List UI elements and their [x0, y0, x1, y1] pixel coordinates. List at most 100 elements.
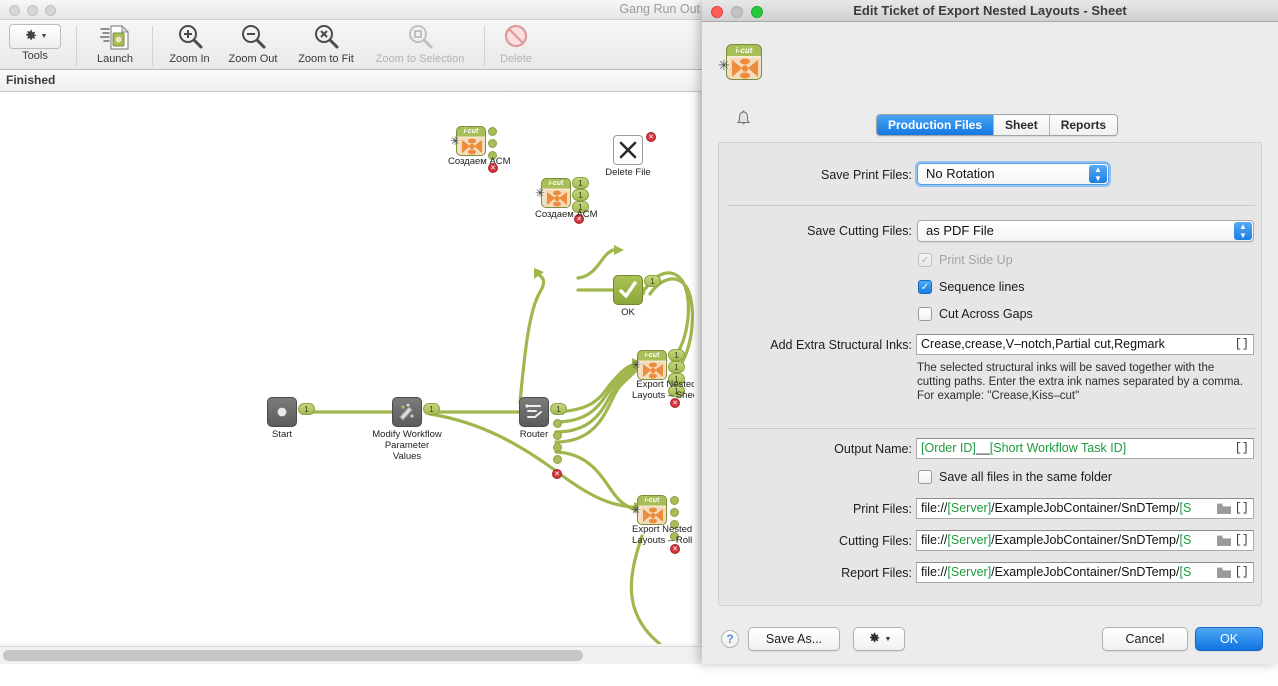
status-bar: Finished [0, 70, 710, 92]
node-ok[interactable]: 1 OK [613, 275, 661, 318]
node-output-count[interactable]: 1 [644, 275, 661, 287]
icut-artwork [460, 138, 484, 155]
horizontal-scrollbar-thumb[interactable] [3, 650, 583, 661]
node-label-line-2: Parameter [384, 440, 430, 451]
node-output-port[interactable] [553, 443, 562, 452]
node-output-port[interactable] [553, 455, 562, 464]
output-name-label: Output Name: [834, 442, 912, 456]
toolbar-label-delete: Delete [500, 53, 532, 65]
toolbar-separator-2 [152, 26, 153, 66]
tab-reports[interactable]: Reports [1049, 115, 1118, 135]
save-print-files-label: Save Print Files: [820, 168, 912, 182]
node-label-line-2: Layouts – Sheet [632, 390, 701, 401]
node-output-count[interactable]: 1 [572, 177, 589, 189]
production-files-panel: Save Print Files: No Rotation ▲ ▼ Save Cu… [718, 142, 1262, 606]
zoom-to-fit-icon [290, 22, 362, 52]
folder-icon[interactable] [1217, 503, 1231, 514]
node-label-line-1: Export Nested [636, 379, 697, 390]
node-router[interactable]: 1 ✕ Router [519, 397, 567, 479]
save-cutting-files-label: Save Cutting Files: [807, 224, 912, 238]
canvas-right-edge-shadow [694, 92, 702, 644]
dialog-tabs: Production Files Sheet Reports [876, 114, 1119, 136]
toolbar-button-zoom-in[interactable]: Zoom In [162, 22, 217, 65]
window-close-button[interactable] [9, 5, 20, 16]
node-output-port[interactable] [553, 419, 562, 428]
node-output-count[interactable]: 1 [572, 189, 589, 201]
node-output-count[interactable]: 1 [423, 403, 440, 415]
output-name-input[interactable]: [Order ID]__[Short Workflow Task ID] [] [916, 438, 1254, 459]
cutting-files-variable-picker[interactable]: [] [1235, 531, 1249, 550]
print-side-up-checkbox[interactable]: ✓ [918, 253, 932, 267]
toolbar-button-delete[interactable]: Delete [490, 22, 542, 65]
same-folder-row[interactable]: Save all files in the same folder [918, 470, 1112, 484]
icut-badge-label: i-cut [548, 180, 564, 187]
toolbar-button-launch[interactable]: Launch [88, 22, 142, 65]
node-output-count[interactable]: 1 [668, 349, 685, 361]
node-sozdaem-acm-mid[interactable]: i-cut ✳ 1 1 1 ✕ Создаем ACM [535, 177, 598, 224]
report-files-input[interactable]: file://[Server]/ExampleJobContainer/SnDT… [916, 562, 1254, 583]
ok-button[interactable]: OK [1195, 627, 1263, 651]
toolbar-button-tools[interactable]: ▼ Tools [6, 22, 64, 62]
node-export-nested-layouts-roll[interactable]: i-cut ✳ ✕ Export Nested Layouts – Roll [631, 495, 692, 554]
cutting-files-label: Cutting Files: [839, 534, 912, 548]
node-delete-file[interactable]: ✕ Delete File [605, 132, 656, 178]
report-files-variable-picker[interactable]: [] [1235, 563, 1249, 582]
tools-button-box[interactable]: ▼ [9, 24, 61, 49]
print-files-path: /ExampleJobContainer/SnDTemp/ [991, 501, 1180, 515]
node-output-port[interactable] [488, 139, 497, 148]
structural-inks-value: Crease,crease,V–notch,Partial cut,Regmar… [921, 337, 1165, 351]
icut-badge-label: i-cut [644, 352, 660, 359]
output-name-token-2: [Short Workflow Task ID] [989, 441, 1127, 455]
node-modify-workflow-parameter-values[interactable]: 1 Modify Workflow Parameter Values [372, 397, 442, 462]
node-output-port[interactable] [488, 127, 497, 136]
node-error-badge[interactable]: ✕ [552, 469, 562, 479]
chevron-updown-icon[interactable]: ▲ ▼ [1234, 222, 1252, 240]
toolbar-button-zoom-to-selection[interactable]: Zoom to Selection [365, 22, 475, 65]
print-side-up-row[interactable]: ✓ Print Side Up [918, 253, 1013, 267]
sequence-lines-row[interactable]: ✓ Sequence lines [918, 280, 1024, 294]
node-output-count[interactable]: 1 [298, 403, 315, 415]
same-folder-checkbox[interactable] [918, 470, 932, 484]
node-label-line-2: Layouts – Roll [632, 535, 693, 546]
toolbar-button-zoom-out[interactable]: Zoom Out [222, 22, 284, 65]
window-minimize-button[interactable] [27, 5, 38, 16]
icut-artwork [545, 190, 569, 207]
workflow-canvas[interactable]: i-cut ✳ ✕ Создаем ACM i-cut ✳ 1 1 1 ✕ Со… [0, 92, 702, 644]
bell-icon[interactable] [736, 110, 751, 131]
node-output-count[interactable]: 1 [550, 403, 567, 415]
structural-inks-input[interactable]: Crease,crease,V–notch,Partial cut,Regmar… [916, 334, 1254, 355]
tab-production-files[interactable]: Production Files [877, 115, 995, 135]
node-output-count[interactable]: 1 [668, 361, 685, 373]
icut-artwork [641, 362, 665, 379]
save-print-files-dropdown[interactable]: No Rotation ▲ ▼ [915, 161, 1111, 187]
action-gear-menu-button[interactable]: ▼ [853, 627, 905, 651]
node-label-delete-file: Delete File [605, 167, 651, 178]
node-export-nested-layouts-sheet[interactable]: i-cut ✳ 1 1 1 1 ✕ Export Nested Layouts … [631, 349, 701, 408]
chevron-updown-icon[interactable]: ▲ ▼ [1089, 165, 1107, 183]
cut-across-gaps-row[interactable]: Cut Across Gaps [918, 307, 1033, 321]
node-start[interactable]: 1 Start [267, 397, 315, 440]
section-divider-2 [727, 428, 1255, 429]
cancel-button[interactable]: Cancel [1102, 627, 1188, 651]
print-files-variable-picker[interactable]: [] [1235, 499, 1249, 518]
window-maximize-button[interactable] [45, 5, 56, 16]
structural-inks-variable-picker[interactable]: [] [1235, 335, 1249, 354]
node-output-port[interactable] [670, 496, 679, 505]
status-text: Finished [6, 73, 56, 87]
node-output-port[interactable] [553, 431, 562, 440]
folder-icon[interactable] [1217, 567, 1231, 578]
folder-icon[interactable] [1217, 535, 1231, 546]
print-files-input[interactable]: file://[Server]/ExampleJobContainer/SnDT… [916, 498, 1254, 519]
output-name-variable-picker[interactable]: [] [1235, 439, 1249, 458]
sequence-lines-checkbox[interactable]: ✓ [918, 280, 932, 294]
help-button[interactable]: ? [721, 630, 739, 648]
save-as-button[interactable]: Save As... [748, 627, 840, 651]
node-sozdaem-acm-top[interactable]: i-cut ✳ ✕ Создаем ACM [448, 126, 511, 173]
toolbar-button-zoom-to-fit[interactable]: Zoom to Fit [290, 22, 362, 65]
node-error-badge[interactable]: ✕ [646, 132, 656, 142]
node-output-port[interactable] [670, 508, 679, 517]
tab-sheet[interactable]: Sheet [994, 115, 1050, 135]
cut-across-gaps-checkbox[interactable] [918, 307, 932, 321]
save-cutting-files-dropdown[interactable]: as PDF File ▲ ▼ [917, 220, 1254, 242]
cutting-files-input[interactable]: file://[Server]/ExampleJobContainer/SnDT… [916, 530, 1254, 551]
